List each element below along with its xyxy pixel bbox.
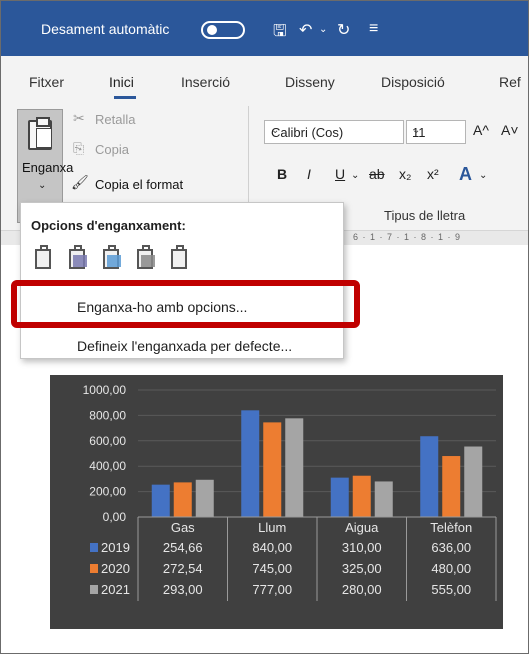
active-tab-indicator — [114, 96, 136, 99]
paste-picture-icon[interactable] — [101, 245, 123, 271]
legend-key-2019 — [90, 543, 98, 552]
data-table-value: 840,00 — [252, 540, 292, 555]
bar-2020-Gas — [173, 482, 192, 517]
bar-2021-Gas — [195, 479, 214, 517]
paste-text-only-icon[interactable] — [169, 245, 191, 271]
shrink-font-button[interactable]: A˅ — [501, 122, 519, 138]
data-table-value: 555,00 — [431, 582, 471, 597]
chart-svg: 0,00 200,00 400,00 600,00 800,00 1000,00 Gas Ll… — [83, 383, 497, 601]
data-table-value: 254,66 — [163, 540, 203, 555]
customize-quick-access-icon[interactable]: ≡ — [369, 20, 378, 38]
paste-keep-source-icon[interactable] — [33, 245, 55, 271]
bold-button[interactable]: B — [277, 166, 287, 182]
strikethrough-button[interactable]: ab — [369, 166, 385, 182]
bar-2021-Llum — [285, 418, 304, 517]
chevron-down-icon[interactable]: ⌄ — [479, 170, 487, 181]
format-painter-icon: 🖌 — [71, 174, 89, 190]
data-table-value: 777,00 — [252, 582, 292, 597]
y-tick-label: 1000,00 — [83, 383, 127, 397]
scissors-icon: ✂ — [73, 110, 85, 126]
bar-2020-Telèfon — [442, 456, 461, 517]
chevron-down-icon[interactable]: ⌄ — [351, 170, 359, 181]
paste-link-icon[interactable] — [135, 245, 157, 271]
tab-references[interactable]: Ref — [499, 74, 521, 90]
highlight-box — [11, 280, 360, 328]
series-name-2021: 2021 — [101, 582, 130, 597]
tab-layout[interactable]: Disposició — [381, 74, 445, 90]
data-table-value: 293,00 — [163, 582, 203, 597]
set-default-paste-item[interactable]: Defineix l'enganxada per defecte... — [77, 338, 292, 354]
underline-button[interactable]: U — [335, 166, 345, 182]
tab-home[interactable]: Inici — [109, 74, 134, 90]
text-effects-button[interactable]: A — [459, 164, 472, 185]
bar-2019-Telèfon — [420, 436, 439, 517]
format-painter-button[interactable]: Copia el format — [95, 177, 183, 192]
data-table-value: 480,00 — [431, 561, 471, 576]
copy-button[interactable]: Copia — [95, 142, 129, 157]
data-table-value: 280,00 — [342, 582, 382, 597]
paste-options-title: Opcions d'enganxament: — [31, 218, 186, 233]
bar-2021-Aigua — [374, 481, 393, 517]
bar-2020-Aigua — [352, 475, 371, 517]
chevron-down-icon[interactable]: ⌄ — [38, 180, 46, 191]
data-table-value: 272,54 — [163, 561, 203, 576]
title-bar: Desament automàtic 🖫 ↶ ⌄ ↻ ≡ — [1, 1, 528, 56]
ruler-marks: 6 · 1 · 7 · 1 · 8 · 1 · 9 — [353, 232, 462, 242]
undo-dropdown-icon[interactable]: ⌄ — [319, 24, 327, 35]
data-table-value: 310,00 — [342, 540, 382, 555]
undo-icon[interactable]: ↶ — [299, 20, 312, 40]
font-size-dropdown[interactable]: 11 ⌄ — [406, 120, 466, 144]
paste-merge-format-icon[interactable] — [67, 245, 89, 271]
autosave-label: Desament automàtic — [41, 21, 170, 37]
superscript-button[interactable]: x² — [427, 166, 439, 182]
y-tick-label: 200,00 — [89, 485, 126, 499]
series-name-2019: 2019 — [101, 540, 130, 555]
toggle-knob — [207, 25, 217, 35]
font-group-label: Tipus de lletra — [384, 208, 466, 223]
y-tick-label: 800,00 — [89, 408, 126, 422]
y-tick-label: 400,00 — [89, 459, 126, 473]
category-label: Aigua — [345, 520, 379, 535]
y-tick-label: 600,00 — [89, 434, 126, 448]
category-label: Gas — [171, 520, 195, 535]
category-label: Telèfon — [430, 520, 472, 535]
italic-button[interactable]: I — [307, 166, 311, 182]
font-name-dropdown[interactable]: Calibri (Cos) ⌄ — [264, 120, 404, 144]
clipboard-icon — [28, 117, 52, 150]
bar-2019-Aigua — [330, 477, 349, 517]
tab-file[interactable]: Fitxer — [29, 74, 64, 90]
chevron-down-icon: ⌄ — [412, 125, 421, 136]
series-name-2020: 2020 — [101, 561, 130, 576]
tab-insert[interactable]: Inserció — [181, 74, 230, 90]
paste-label: Enganxa — [22, 160, 74, 175]
save-icon[interactable]: 🖫 — [273, 20, 287, 47]
bar-2020-Llum — [263, 422, 282, 517]
y-tick-label: 0,00 — [103, 510, 127, 524]
subscript-button[interactable]: x₂ — [399, 166, 411, 182]
category-label: Llum — [258, 520, 286, 535]
bar-chart: 0,00 200,00 400,00 600,00 800,00 1000,00 Gas Ll… — [50, 375, 503, 629]
legend-key-2020 — [90, 564, 98, 573]
tab-design[interactable]: Disseny — [285, 74, 335, 90]
bar-2019-Gas — [151, 484, 170, 517]
cut-button[interactable]: Retalla — [95, 112, 135, 127]
autosave-toggle[interactable] — [201, 21, 245, 39]
chevron-down-icon: ⌄ — [271, 125, 280, 136]
redo-icon[interactable]: ↻ — [337, 20, 350, 40]
grow-font-button[interactable]: A^ — [473, 122, 489, 138]
bar-2021-Telèfon — [464, 446, 483, 517]
data-table-value: 325,00 — [342, 561, 382, 576]
ribbon-tabs: Fitxer Inici Inserció Disseny Disposició… — [1, 56, 528, 100]
copy-icon: ⎘ — [73, 140, 85, 156]
data-table-value: 745,00 — [252, 561, 292, 576]
data-table-value: 636,00 — [431, 540, 471, 555]
legend-key-2021 — [90, 585, 98, 594]
bar-2019-Llum — [241, 410, 260, 517]
